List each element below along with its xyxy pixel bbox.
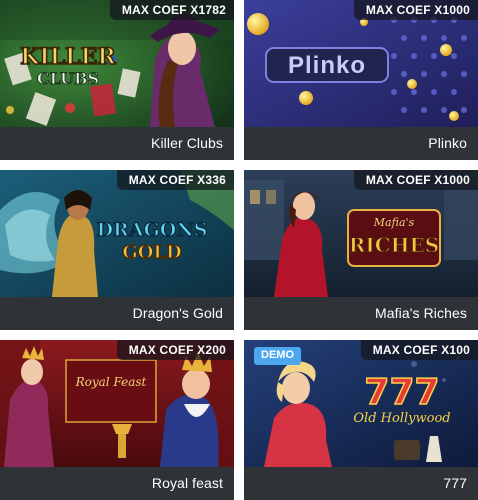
logo-killer: KILLER — [20, 44, 116, 70]
game-title[interactable]: Royal feast — [152, 475, 223, 491]
game-title[interactable]: 777 — [443, 475, 467, 491]
game-card-777[interactable]: 777 Old Hollywood DEMO MAX COEF X100 777 — [244, 340, 478, 500]
logo-dragons: DRAGONS — [97, 219, 208, 241]
max-coef-badge: MAX COEF X200 — [116, 340, 234, 360]
max-coef-badge: MAX COEF X1000 — [353, 0, 478, 20]
game-title[interactable]: Killer Clubs — [151, 135, 223, 151]
logo-old-hollywood: Old Hollywood — [353, 411, 450, 426]
logo-plinko: Plinko — [288, 52, 366, 79]
game-card-mafias-riches[interactable]: Mafia's RICHES MAX COEF X1000 Mafia's Ri… — [244, 170, 478, 330]
game-title[interactable]: Plinko — [428, 135, 467, 151]
logo-riches: RICHES — [349, 233, 439, 257]
max-coef-badge: MAX COEF X1782 — [109, 0, 234, 20]
game-card-royal-feast[interactable]: Royal Feast MAX COEF X200 Royal feast — [0, 340, 234, 500]
logo-mafias: Mafia's — [373, 216, 415, 229]
game-card-killer-clubs[interactable]: KILLER CLUBS MAX COEF X1782 Killer Clubs — [0, 0, 234, 160]
demo-badge: DEMO — [254, 347, 301, 365]
game-card-dragons-gold[interactable]: DRAGONS GOLD MAX COEF X336 Dragon's Gold — [0, 170, 234, 330]
max-coef-badge: MAX COEF X336 — [116, 170, 234, 190]
max-coef-badge: MAX COEF X1000 — [353, 170, 478, 190]
games-grid: KILLER CLUBS MAX COEF X1782 Killer Clubs — [0, 0, 478, 500]
logo-royal-feast: Royal Feast — [75, 375, 147, 389]
game-card-plinko[interactable]: Plinko MAX COEF X1000 Plinko — [244, 0, 478, 160]
logo-gold: GOLD — [122, 242, 181, 263]
logo-777: 777 — [364, 372, 439, 413]
max-coef-badge: MAX COEF X100 — [360, 340, 478, 360]
game-title[interactable]: Dragon's Gold — [133, 305, 223, 321]
logo-clubs: CLUBS — [37, 69, 99, 88]
game-title[interactable]: Mafia's Riches — [375, 305, 467, 321]
